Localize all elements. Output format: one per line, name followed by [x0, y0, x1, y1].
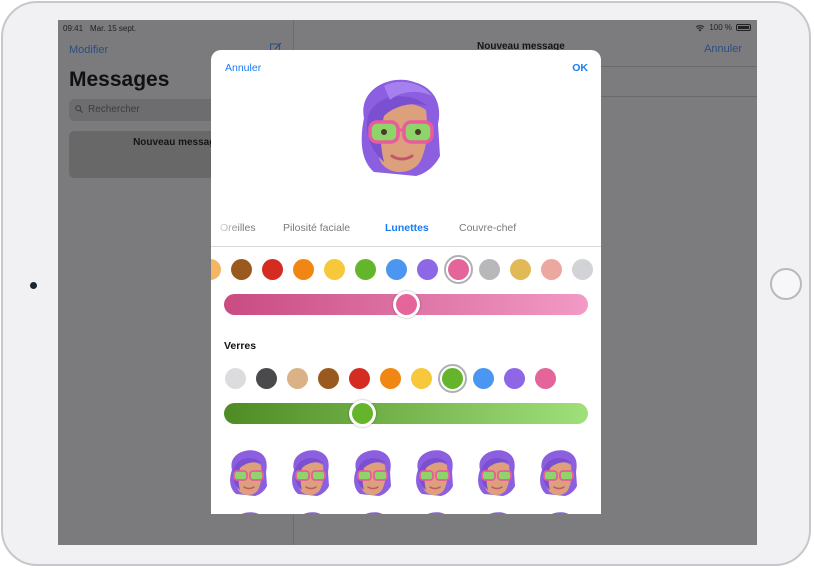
glasses-style-option[interactable] [474, 510, 518, 514]
edit-button[interactable]: Modifier [69, 44, 108, 56]
lens-color-swatch[interactable] [224, 367, 246, 389]
frame-color-swatch[interactable] [540, 258, 562, 280]
lens-color-swatch[interactable] [348, 367, 370, 389]
glasses-style-option[interactable] [536, 448, 580, 500]
lens-color-swatch[interactable] [379, 367, 401, 389]
frame-color-swatch[interactable] [385, 258, 407, 280]
glasses-style-option[interactable] [412, 510, 456, 514]
frame-color-swatch[interactable] [211, 258, 221, 280]
glasses-style-option[interactable] [226, 448, 270, 500]
lens-shade-slider[interactable] [224, 403, 588, 424]
lens-color-swatch[interactable] [317, 367, 339, 389]
glasses-style-option[interactable] [288, 510, 332, 514]
lens-color-swatch[interactable] [503, 367, 525, 389]
glasses-style-option[interactable] [226, 510, 270, 514]
status-bar: 09:41 Mar. 15 sept. 100 % [58, 20, 757, 36]
search-icon [75, 105, 83, 113]
lenses-heading: Verres [224, 340, 257, 352]
frame-color-swatch[interactable] [447, 258, 469, 280]
tabs-divider [211, 246, 601, 247]
frame-color-swatch[interactable] [323, 258, 345, 280]
frame-color-swatch[interactable] [478, 258, 500, 280]
glasses-style-option[interactable] [412, 448, 456, 500]
category-tabs: Oreilles Pilosité faciale Lunettes Couvr… [211, 222, 601, 244]
lens-color-swatch[interactable] [441, 367, 463, 389]
front-camera [30, 282, 37, 289]
conversation-cancel-button[interactable]: Annuler [704, 43, 742, 55]
tab-couvre-chef[interactable]: Couvre-chef [459, 222, 516, 234]
memoji-editor-sheet: Annuler OK Oreilles Pilosité faciale Lun… [211, 50, 601, 514]
lens-color-swatch[interactable] [534, 367, 556, 389]
status-date: Mar. 15 sept. [90, 24, 137, 33]
lens-color-swatch[interactable] [255, 367, 277, 389]
wifi-icon [695, 24, 705, 31]
sheet-ok-button[interactable]: OK [572, 62, 588, 74]
battery-percent: 100 % [709, 23, 732, 32]
frame-shade-knob[interactable] [392, 291, 420, 318]
glasses-style-option[interactable] [288, 448, 332, 500]
lens-color-swatch[interactable] [286, 367, 308, 389]
frame-color-swatch[interactable] [292, 258, 314, 280]
sidebar-title: Messages [69, 68, 170, 91]
glasses-style-option[interactable] [474, 448, 518, 500]
glasses-style-option[interactable] [350, 510, 394, 514]
lens-color-swatch[interactable] [410, 367, 432, 389]
frame-color-swatch[interactable] [230, 258, 252, 280]
frame-color-swatch[interactable] [571, 258, 593, 280]
glasses-style-option[interactable] [536, 510, 580, 514]
frame-color-swatch[interactable] [509, 258, 531, 280]
sheet-cancel-button[interactable]: Annuler [225, 62, 261, 74]
tab-pilosite-faciale[interactable]: Pilosité faciale [283, 222, 350, 234]
lens-shade-knob[interactable] [348, 400, 376, 427]
lens-color-swatch[interactable] [472, 367, 494, 389]
home-button[interactable] [770, 268, 802, 300]
status-time: 09:41 [63, 24, 84, 33]
search-placeholder: Rechercher [88, 104, 140, 115]
frame-color-swatch[interactable] [261, 258, 283, 280]
tab-lunettes[interactable]: Lunettes [385, 222, 429, 234]
tabs-fade [211, 220, 241, 244]
battery-icon [736, 24, 751, 31]
frame-color-swatch[interactable] [416, 258, 438, 280]
glasses-style-option[interactable] [350, 448, 394, 500]
frame-color-swatch[interactable] [354, 258, 376, 280]
memoji-preview [361, 79, 440, 176]
